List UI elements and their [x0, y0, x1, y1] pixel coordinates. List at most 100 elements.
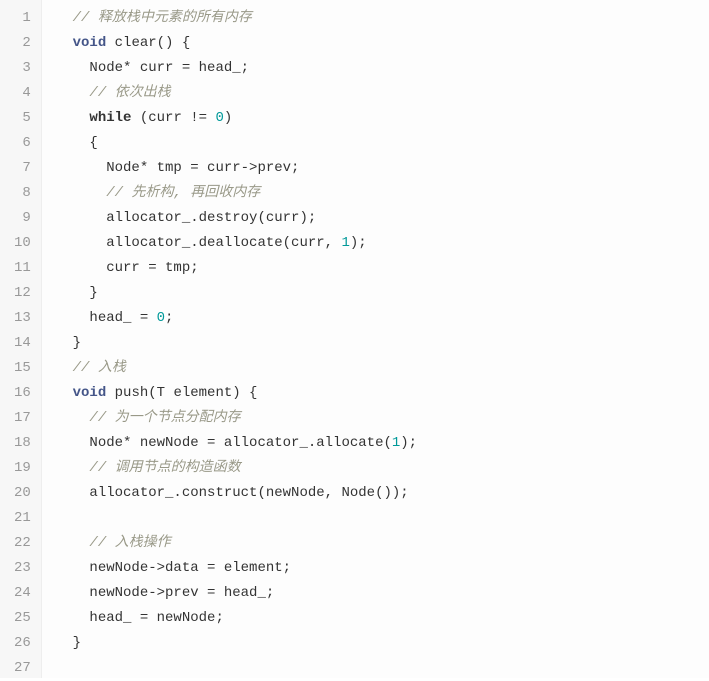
code-line [56, 506, 709, 531]
text-token: ; [165, 310, 173, 326]
line-number: 14 [14, 331, 31, 356]
comment-token: // 入栈操作 [89, 535, 170, 551]
comment-token: // 释放栈中元素的所有内存 [73, 10, 252, 26]
code-line [56, 656, 709, 681]
text-token [56, 460, 90, 476]
line-number: 7 [14, 156, 31, 181]
line-number: 6 [14, 131, 31, 156]
code-line: newNode->data = element; [56, 556, 709, 581]
code-line: while (curr != 0) [56, 106, 709, 131]
code-area: // 释放栈中元素的所有内存 void clear() { Node* curr… [42, 0, 709, 678]
number-token: 0 [215, 110, 223, 126]
code-line: // 调用节点的构造函数 [56, 456, 709, 481]
code-line: { [56, 131, 709, 156]
line-number: 22 [14, 531, 31, 556]
text-token: newNode->prev = head_; [56, 585, 274, 601]
line-number: 20 [14, 481, 31, 506]
text-token: head_ = [56, 310, 157, 326]
text-token: ) [224, 110, 232, 126]
code-line: void clear() { [56, 31, 709, 56]
code-line: Node* curr = head_; [56, 56, 709, 81]
line-number: 23 [14, 556, 31, 581]
text-token [56, 535, 90, 551]
code-line: Node* tmp = curr->prev; [56, 156, 709, 181]
type-token: void [73, 35, 107, 51]
text-token [56, 35, 73, 51]
comment-token: // 入栈 [73, 360, 126, 376]
line-number: 15 [14, 356, 31, 381]
code-line: // 入栈操作 [56, 531, 709, 556]
text-token: Node* curr = head_; [56, 60, 249, 76]
text-token [56, 385, 73, 401]
keyword-token: while [89, 110, 131, 126]
code-line: allocator_.construct(newNode, Node()); [56, 481, 709, 506]
comment-token: // 先析构, 再回收内存 [106, 185, 260, 201]
text-token: curr = tmp; [56, 260, 199, 276]
line-number: 16 [14, 381, 31, 406]
text-token [56, 110, 90, 126]
text-token: allocator_.deallocate(curr, [56, 235, 342, 251]
line-number: 25 [14, 606, 31, 631]
line-number: 19 [14, 456, 31, 481]
line-number: 13 [14, 306, 31, 331]
code-line: allocator_.deallocate(curr, 1); [56, 231, 709, 256]
text-token [56, 10, 73, 26]
number-token: 1 [341, 235, 349, 251]
text-token: } [56, 285, 98, 301]
comment-token: // 依次出栈 [89, 85, 170, 101]
text-token: } [56, 635, 81, 651]
text-token: Node* tmp = curr->prev; [56, 160, 300, 176]
text-token: allocator_.construct(newNode, Node()); [56, 485, 409, 501]
code-line: Node* newNode = allocator_.allocate(1); [56, 431, 709, 456]
line-number: 27 [14, 656, 31, 681]
text-token: (curr != [131, 110, 215, 126]
code-line: // 先析构, 再回收内存 [56, 181, 709, 206]
line-number: 3 [14, 56, 31, 81]
text-token: { [56, 135, 98, 151]
text-token: push(T element) { [106, 385, 257, 401]
line-number: 12 [14, 281, 31, 306]
line-number: 5 [14, 106, 31, 131]
text-token: newNode->data = element; [56, 560, 291, 576]
code-line: } [56, 281, 709, 306]
line-number: 2 [14, 31, 31, 56]
text-token [56, 360, 73, 376]
text-token: ); [400, 435, 417, 451]
line-number: 4 [14, 81, 31, 106]
line-number: 18 [14, 431, 31, 456]
code-line: head_ = 0; [56, 306, 709, 331]
code-line: // 为一个节点分配内存 [56, 406, 709, 431]
text-token: ); [350, 235, 367, 251]
code-line: // 释放栈中元素的所有内存 [56, 6, 709, 31]
text-token: head_ = newNode; [56, 610, 224, 626]
code-line: } [56, 631, 709, 656]
code-line: curr = tmp; [56, 256, 709, 281]
line-number: 11 [14, 256, 31, 281]
line-number: 26 [14, 631, 31, 656]
comment-token: // 调用节点的构造函数 [89, 460, 240, 476]
code-line: } [56, 331, 709, 356]
line-number: 10 [14, 231, 31, 256]
code-line: head_ = newNode; [56, 606, 709, 631]
code-line: // 依次出栈 [56, 81, 709, 106]
line-number: 24 [14, 581, 31, 606]
line-number-gutter: 1234567891011121314151617181920212223242… [0, 0, 42, 678]
line-number: 9 [14, 206, 31, 231]
code-line: void push(T element) { [56, 381, 709, 406]
text-token [56, 185, 106, 201]
text-token: Node* newNode = allocator_.allocate( [56, 435, 392, 451]
line-number: 17 [14, 406, 31, 431]
text-token [56, 410, 90, 426]
line-number: 8 [14, 181, 31, 206]
text-token [56, 85, 90, 101]
code-viewer: 1234567891011121314151617181920212223242… [0, 0, 709, 678]
code-line: allocator_.destroy(curr); [56, 206, 709, 231]
text-token: allocator_.destroy(curr); [56, 210, 316, 226]
text-token: clear() { [106, 35, 190, 51]
comment-token: // 为一个节点分配内存 [89, 410, 240, 426]
code-line: newNode->prev = head_; [56, 581, 709, 606]
code-line: // 入栈 [56, 356, 709, 381]
number-token: 0 [157, 310, 165, 326]
line-number: 1 [14, 6, 31, 31]
line-number: 21 [14, 506, 31, 531]
